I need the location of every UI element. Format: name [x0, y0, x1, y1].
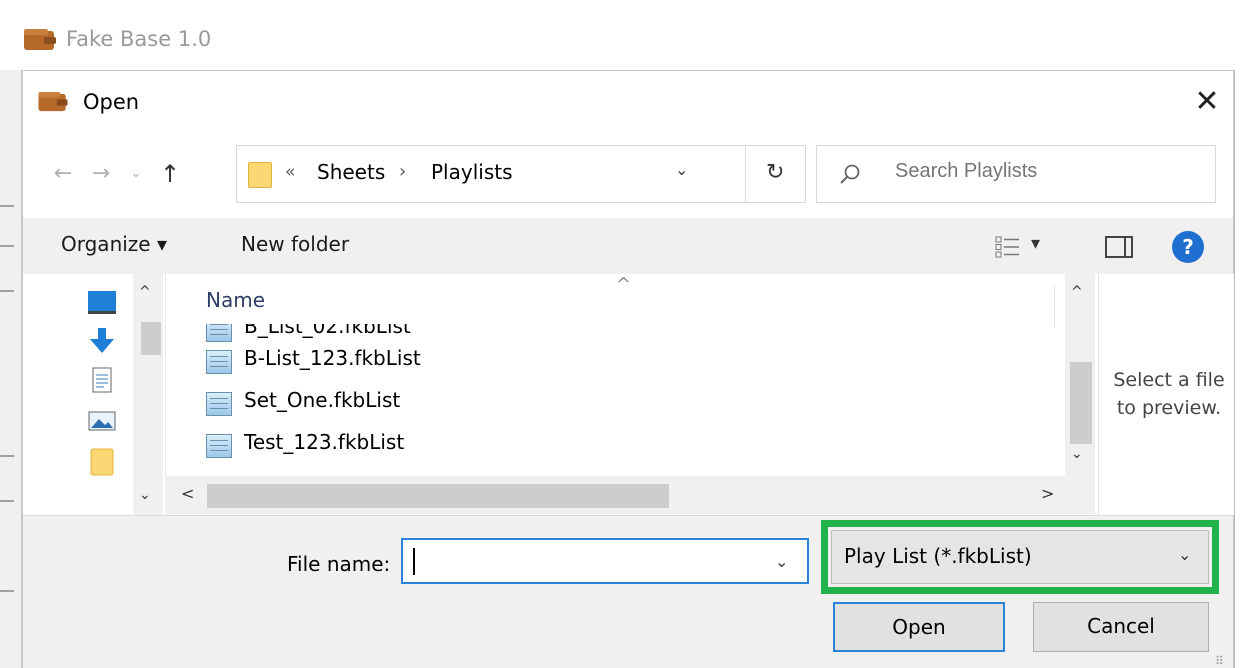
- scroll-thumb[interactable]: [1070, 362, 1092, 444]
- view-list-icon: [995, 236, 1019, 258]
- search-box[interactable]: [816, 145, 1216, 203]
- dialog-footer: File name: ⌄ Play List (*.fkbList) ⌄ Ope…: [23, 515, 1233, 668]
- chevron-down-icon[interactable]: ⌄: [675, 160, 688, 179]
- panel-tick: [0, 590, 14, 592]
- file-row[interactable]: B_List_02.fkbList: [206, 324, 506, 342]
- breadcrumb-playlists[interactable]: Playlists: [431, 160, 513, 184]
- filename-input[interactable]: [411, 548, 761, 574]
- preview-pane-button[interactable]: [1105, 236, 1133, 258]
- file-name: B_List_02.fkbList: [244, 324, 411, 338]
- file-name: Test_123.fkbList: [244, 430, 405, 454]
- file-icon: [206, 392, 232, 416]
- panel-tick: [0, 245, 14, 247]
- wallet-icon: [38, 92, 68, 112]
- panel-tick: [0, 290, 14, 292]
- app-right-panel: [1234, 70, 1241, 668]
- scroll-left-arrow[interactable]: <: [181, 484, 194, 503]
- file-row[interactable]: B-List_123.fkbList: [206, 342, 506, 380]
- file-row[interactable]: Set_One.fkbList: [206, 384, 506, 422]
- up-button[interactable]: ↑: [153, 153, 187, 195]
- command-bar: Organize ▾ New folder ▾ ?: [23, 218, 1233, 274]
- resize-grip-icon[interactable]: ⠿: [1215, 654, 1224, 668]
- close-button[interactable]: ✕: [1188, 83, 1226, 121]
- refresh-icon: ↻: [766, 160, 785, 185]
- dialog-title: Open: [83, 90, 140, 114]
- sort-indicator-icon: ^: [616, 274, 632, 295]
- app-title: Fake Base 1.0: [66, 27, 212, 51]
- file-name: B-List_123.fkbList: [244, 346, 421, 370]
- back-button[interactable]: ←: [48, 153, 78, 195]
- scroll-up-arrow[interactable]: ^: [1071, 284, 1083, 300]
- documents-icon[interactable]: [87, 366, 117, 396]
- navigation-pane: ^ ⌄: [23, 274, 165, 515]
- new-folder-button[interactable]: New folder: [241, 232, 349, 256]
- file-icon: [206, 350, 232, 374]
- address-overflow[interactable]: «: [285, 162, 295, 182]
- app-titlebar: Fake Base 1.0: [0, 0, 1241, 70]
- scroll-thumb[interactable]: [207, 484, 669, 508]
- file-name: Set_One.fkbList: [244, 388, 401, 412]
- wallet-icon: [24, 29, 56, 50]
- chevron-down-icon: ▾: [1031, 233, 1041, 254]
- organize-menu[interactable]: Organize ▾: [61, 232, 167, 256]
- view-options-button[interactable]: ▾: [995, 233, 1051, 260]
- file-icon: [206, 434, 232, 458]
- cancel-button[interactable]: Cancel: [1033, 602, 1209, 652]
- file-type-value: Play List (*.fkbList): [844, 544, 1032, 568]
- file-row[interactable]: Test_123.fkbList: [206, 426, 506, 464]
- breadcrumb-separator[interactable]: ›: [399, 161, 406, 182]
- open-button[interactable]: Open: [833, 602, 1005, 652]
- breadcrumb-sheets[interactable]: Sheets: [317, 160, 385, 184]
- text-cursor: [413, 548, 415, 575]
- recent-locations-button[interactable]: ⌄: [125, 153, 147, 195]
- filename-label: File name:: [287, 552, 391, 576]
- file-list-vertical-scrollbar[interactable]: ^ ⌄: [1065, 274, 1095, 476]
- forward-button[interactable]: →: [86, 153, 116, 195]
- refresh-button[interactable]: ↻: [746, 145, 806, 203]
- scroll-down-arrow[interactable]: ⌄: [139, 487, 151, 503]
- address-bar[interactable]: « Sheets › Playlists ⌄: [236, 145, 746, 203]
- preview-message: Select a file to preview.: [1113, 369, 1225, 419]
- scroll-right-arrow[interactable]: >: [1041, 484, 1054, 503]
- dialog-titlebar: Open ✕: [23, 71, 1233, 133]
- chevron-down-icon[interactable]: ⌄: [775, 552, 788, 571]
- chevron-down-icon: ⌄: [1178, 545, 1192, 564]
- filename-combobox[interactable]: ⌄: [401, 538, 809, 584]
- desktop-icon[interactable]: [87, 288, 117, 318]
- panel-tick: [0, 455, 14, 457]
- file-type-select[interactable]: Play List (*.fkbList) ⌄: [831, 530, 1209, 584]
- file-list-horizontal-scrollbar[interactable]: < >: [165, 476, 1095, 514]
- panel-tick: [0, 500, 14, 502]
- help-button[interactable]: ?: [1172, 231, 1204, 263]
- column-divider[interactable]: [1054, 284, 1055, 328]
- app-left-panel: [0, 70, 22, 668]
- scroll-thumb[interactable]: [141, 322, 161, 355]
- panel-tick: [0, 205, 14, 207]
- scroll-up-arrow[interactable]: ^: [139, 284, 151, 300]
- tree-scrollbar[interactable]: ^ ⌄: [133, 274, 163, 515]
- column-header-name[interactable]: Name: [206, 288, 265, 312]
- search-icon: [840, 164, 860, 184]
- folder-icon[interactable]: [87, 446, 117, 476]
- pictures-icon[interactable]: [87, 406, 117, 436]
- browser-area: ^ ⌄ ^ Name B_List_02.fkbList B-List_123.…: [23, 274, 1234, 515]
- search-input[interactable]: [895, 160, 1195, 183]
- folder-icon: [248, 162, 272, 188]
- scroll-down-arrow[interactable]: ⌄: [1071, 446, 1083, 462]
- file-icon: [206, 324, 232, 342]
- open-dialog: Open ✕ ← → ⌄ ↑ « Sheets › Playlists ⌄ ↻ …: [22, 70, 1234, 668]
- downloads-icon[interactable]: [87, 326, 117, 356]
- preview-pane: Select a file to preview.: [1098, 274, 1234, 515]
